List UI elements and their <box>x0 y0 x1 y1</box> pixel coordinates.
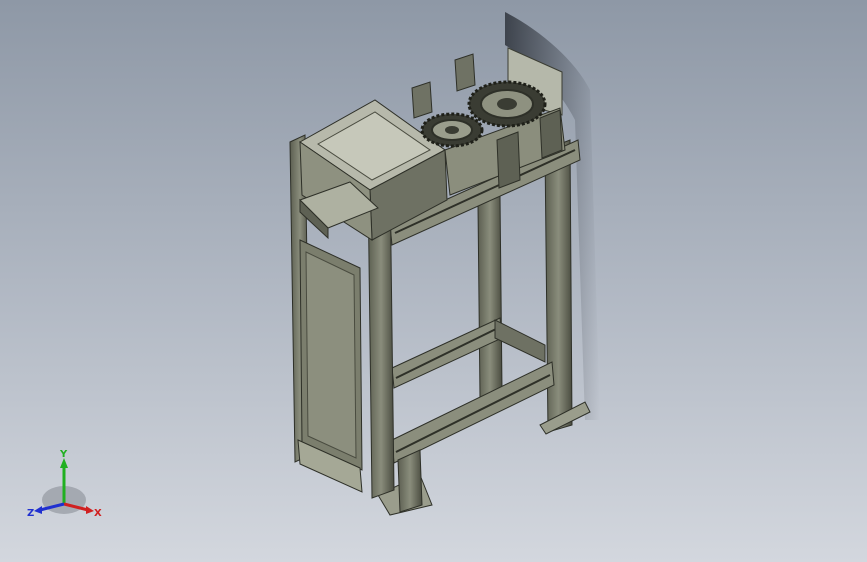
assembly-model[interactable] <box>0 0 867 562</box>
large-gear <box>467 80 547 128</box>
rear-right-post <box>544 139 573 433</box>
motor-block-2 <box>539 109 563 159</box>
y-axis-label: Y <box>59 449 68 460</box>
z-axis-label: Z <box>27 508 34 519</box>
bracket-right <box>454 53 476 92</box>
motor-block-1 <box>496 131 521 189</box>
bracket-left <box>411 81 433 119</box>
rear-mid-post <box>477 195 503 399</box>
x-axis-label: X <box>94 508 102 519</box>
x-axis-arrow <box>86 506 94 514</box>
z-axis-arrow <box>34 506 42 514</box>
bottom-rail-slot <box>395 374 551 453</box>
small-gear <box>420 112 484 148</box>
middle-rail-back <box>494 319 546 363</box>
enclosure-inner <box>305 251 357 459</box>
graphics-viewport[interactable]: Y X Z <box>0 0 867 562</box>
orientation-triad[interactable]: Y X Z <box>24 448 104 524</box>
front-foot-post <box>397 449 423 513</box>
